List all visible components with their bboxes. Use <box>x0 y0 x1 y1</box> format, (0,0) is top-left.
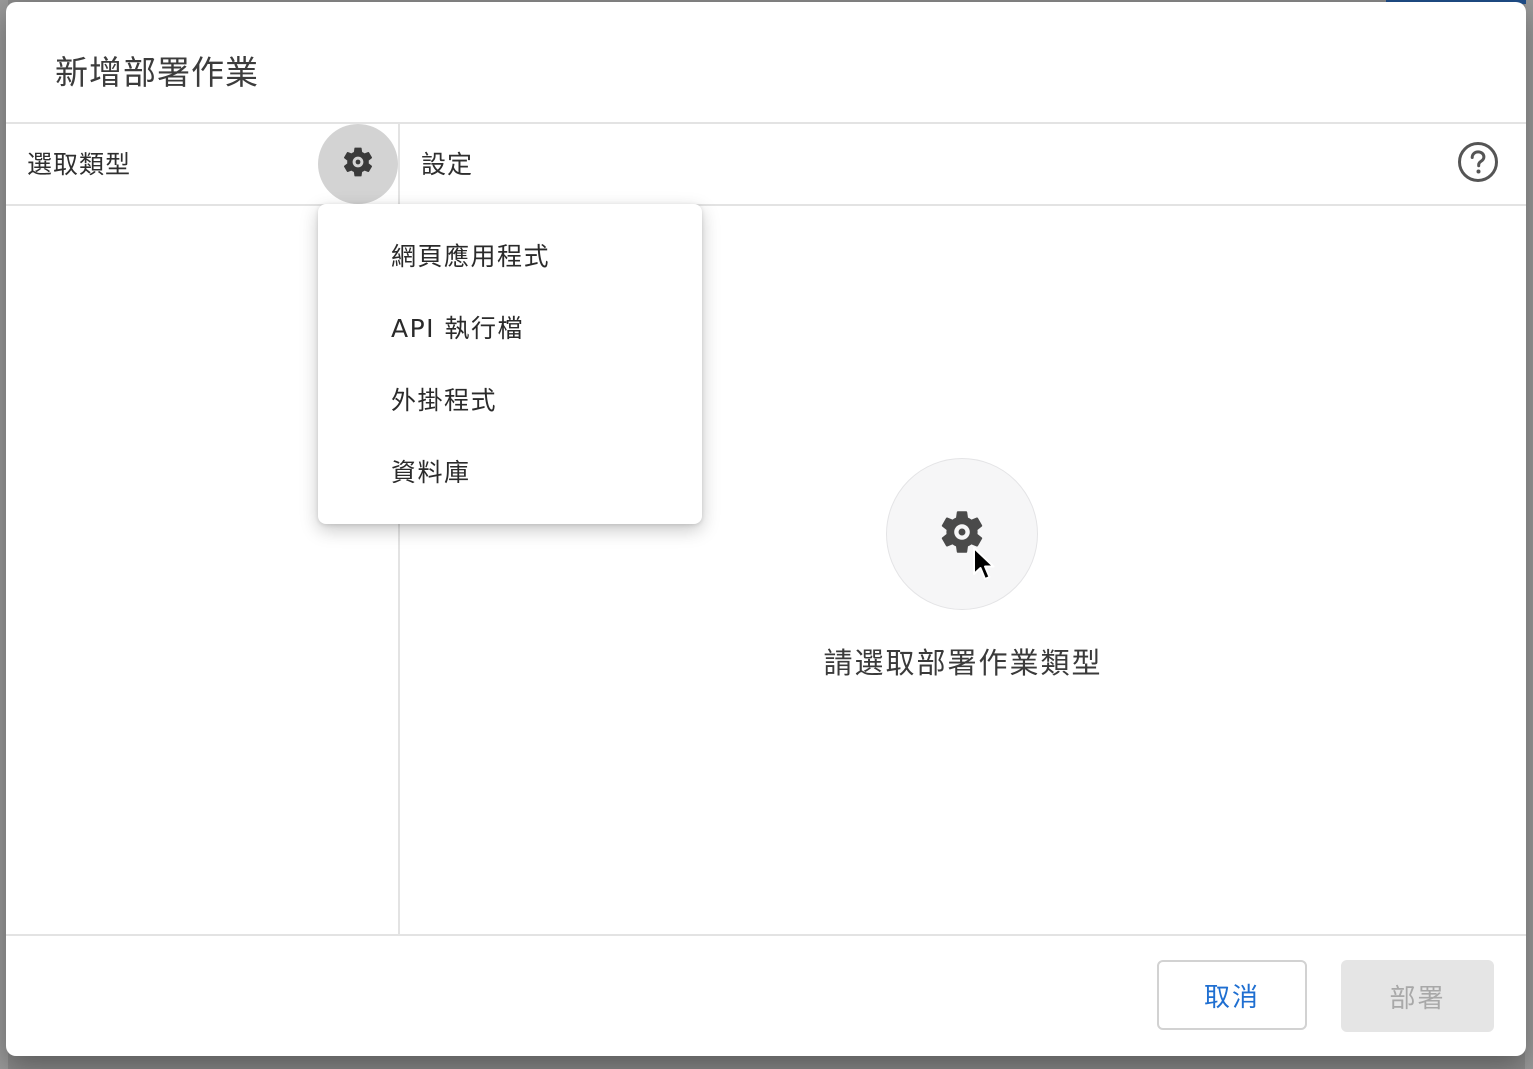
menu-item-database[interactable]: 資料庫 <box>318 437 702 509</box>
mouse-cursor-icon <box>972 546 996 586</box>
divider-header <box>6 204 1526 206</box>
divider-footer <box>6 934 1526 936</box>
help-circle-icon <box>1457 141 1499 187</box>
deployment-type-menu: 網頁應用程式 API 執行檔 外掛程式 資料庫 <box>318 204 702 524</box>
settings-label: 設定 <box>421 150 474 179</box>
dialog-title: 新增部署作業 <box>55 53 259 92</box>
menu-item-api-executable[interactable]: API 執行檔 <box>318 293 702 365</box>
menu-item-plugin[interactable]: 外掛程式 <box>318 365 702 437</box>
help-button[interactable] <box>1456 142 1500 186</box>
empty-state-message: 請選取部署作業類型 <box>823 646 1103 680</box>
menu-item-web-app[interactable]: 網頁應用程式 <box>318 221 702 293</box>
add-deployment-dialog: 新增部署作業 選取類型 設定 請選取部署作業類型 取消 部署 網頁應用程式 AP… <box>6 2 1526 1056</box>
cancel-button[interactable]: 取消 <box>1157 960 1307 1030</box>
select-type-label: 選取類型 <box>27 150 132 179</box>
gear-icon <box>340 144 376 184</box>
select-type-button[interactable] <box>318 124 398 204</box>
divider-top <box>6 122 1526 124</box>
deploy-button: 部署 <box>1341 960 1494 1032</box>
empty-state-badge <box>886 458 1038 610</box>
backdrop-right <box>1525 0 1533 1069</box>
